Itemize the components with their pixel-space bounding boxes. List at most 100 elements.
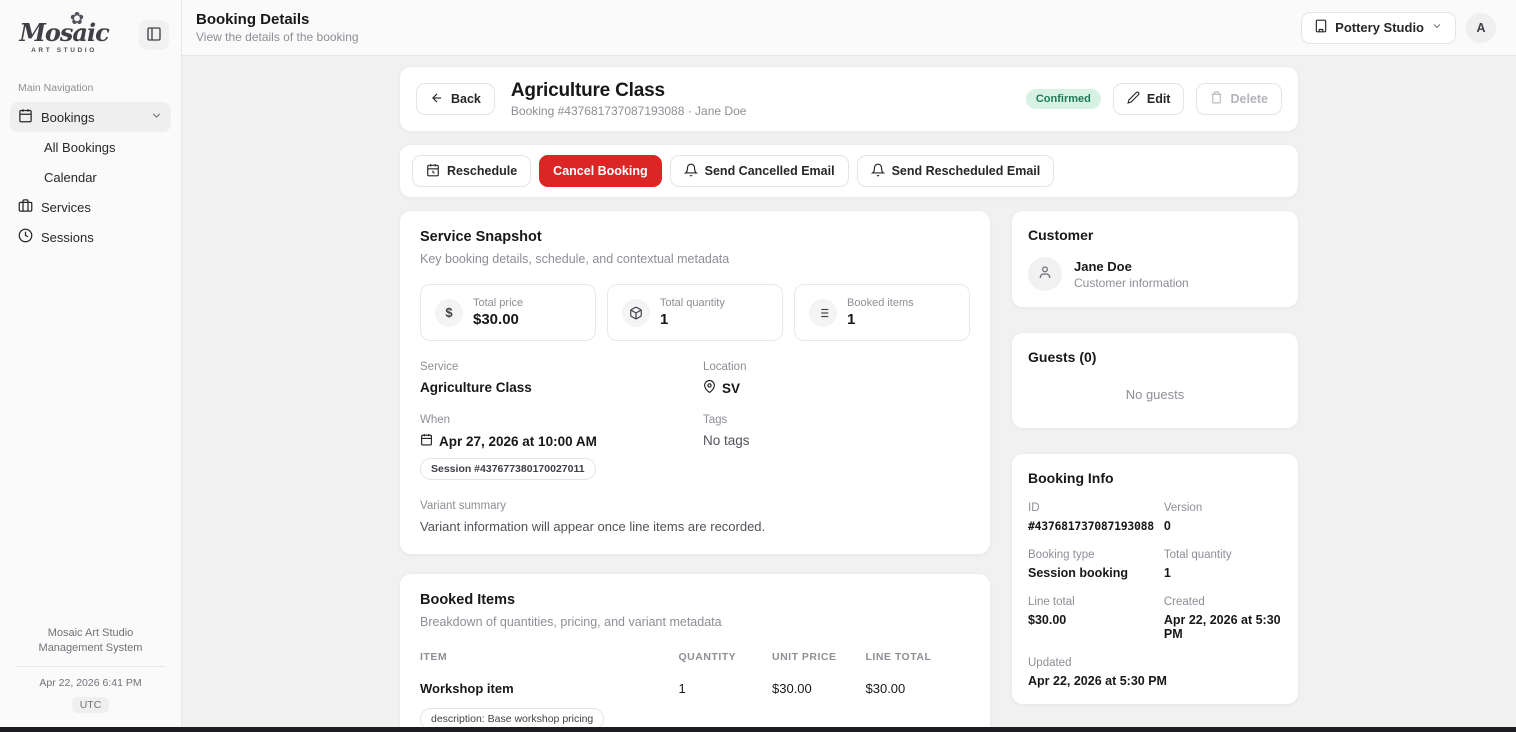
send-rescheduled-email-button[interactable]: Send Rescheduled Email: [857, 155, 1055, 187]
back-button[interactable]: Back: [416, 83, 495, 115]
booking-info-title: Booking Info: [1028, 470, 1282, 486]
booking-header-card: Back Agriculture Class Booking #43768173…: [399, 66, 1299, 132]
field-value: Apr 27, 2026 at 10:00 AM: [439, 434, 597, 449]
sidebar-item-label: All Bookings: [44, 140, 116, 155]
sidebar-item-label: Bookings: [41, 110, 94, 125]
info-label: Created: [1164, 596, 1282, 608]
info-value: Apr 22, 2026 at 5:30 PM: [1164, 613, 1282, 641]
field-value: Agriculture Class: [420, 380, 687, 395]
guests-title: Guests (0): [1028, 349, 1282, 365]
stat-total-price: $ Total price $30.00: [420, 284, 596, 341]
sidebar-item-bookings[interactable]: Bookings: [10, 102, 171, 132]
send-rescheduled-email-label: Send Rescheduled Email: [892, 164, 1041, 178]
sidebar-item-all-bookings[interactable]: All Bookings: [10, 134, 171, 160]
stat-value: 1: [660, 311, 725, 328]
field-label: Tags: [703, 414, 970, 426]
sidebar-item-label: Services: [41, 200, 91, 215]
stat-total-quantity: Total quantity 1: [607, 284, 783, 341]
item-line-total: $30.00: [866, 673, 971, 700]
status-badge: Confirmed: [1026, 89, 1101, 109]
field-value: No tags: [703, 433, 970, 448]
booked-items-card: Booked Items Breakdown of quantities, pr…: [399, 573, 991, 727]
sidebar-item-services[interactable]: Services: [10, 192, 171, 222]
customer-card: Customer Jane Doe Customer information: [1011, 210, 1299, 308]
session-badge: Session #437677380170027011: [420, 458, 596, 480]
sidebar-footer: Mosaic Art Studio Management System Apr …: [10, 626, 171, 713]
footer-app-name-line1: Mosaic Art Studio: [10, 626, 171, 641]
field-tags: Tags No tags: [703, 414, 970, 480]
sidebar-item-sessions[interactable]: Sessions: [10, 222, 171, 252]
column-header-quantity: Quantity: [679, 643, 773, 673]
field-label: Service: [420, 361, 687, 373]
org-switcher-label: Pottery Studio: [1335, 20, 1424, 35]
booking-title: Agriculture Class: [511, 80, 1010, 102]
trash-icon: [1210, 91, 1223, 107]
cancel-booking-button[interactable]: Cancel Booking: [539, 155, 661, 187]
item-name: Workshop item: [420, 673, 679, 700]
send-cancelled-email-button[interactable]: Send Cancelled Email: [670, 155, 849, 187]
booking-subtitle: Booking #437681737087193088 · Jane Doe: [511, 104, 1010, 118]
field-service: Service Agriculture Class: [420, 361, 687, 396]
service-snapshot-title: Service Snapshot: [420, 229, 970, 245]
user-icon: [1037, 264, 1053, 285]
building-icon: [1314, 19, 1328, 36]
briefcase-icon: [18, 198, 33, 216]
stat-value: $30.00: [473, 311, 523, 328]
field-when: When Apr 27, 2026 at 10:00 AM Session #4…: [420, 414, 687, 480]
user-avatar[interactable]: A: [1466, 13, 1496, 43]
booking-actions-card: Reschedule Cancel Booking Send Cancelled…: [399, 144, 1299, 198]
calendar-icon: [18, 108, 33, 126]
calendar-clock-icon: [426, 163, 440, 180]
sidebar: ✿ Mosaic ART STUDIO Main Navigation Book…: [0, 0, 182, 727]
stat-label: Booked items: [847, 297, 914, 309]
calendar-icon: [420, 433, 433, 449]
panel-left-icon: [146, 26, 162, 45]
info-field-updated: Updated Apr 22, 2026 at 5:30 PM: [1028, 657, 1282, 688]
reschedule-label: Reschedule: [447, 164, 517, 178]
nav-section-label: Main Navigation: [18, 82, 171, 94]
info-field-version: Version 0: [1164, 502, 1282, 533]
field-value: SV: [722, 381, 740, 396]
send-cancelled-email-label: Send Cancelled Email: [705, 164, 835, 178]
info-field-booking-type: Booking type Session booking: [1028, 549, 1154, 580]
info-value: #437681737087193088: [1028, 519, 1154, 533]
info-value: 0: [1164, 519, 1282, 533]
customer-avatar: [1028, 257, 1062, 291]
sidebar-toggle-button[interactable]: [139, 20, 169, 50]
stat-label: Total quantity: [660, 297, 725, 309]
content-scroll-area[interactable]: Back Agriculture Class Booking #43768173…: [182, 56, 1516, 727]
package-icon: [622, 299, 650, 327]
field-location: Location SV: [703, 361, 970, 396]
field-label: When: [420, 414, 687, 426]
info-label: Booking type: [1028, 549, 1154, 561]
pencil-icon: [1127, 91, 1140, 107]
list-icon: [809, 299, 837, 327]
info-value: $30.00: [1028, 613, 1154, 627]
service-snapshot-subtitle: Key booking details, schedule, and conte…: [420, 252, 970, 266]
info-label: Version: [1164, 502, 1282, 514]
booked-items-table: Item Quantity Unit price Line total Work…: [420, 643, 970, 727]
customer-name: Jane Doe: [1074, 259, 1189, 274]
delete-button[interactable]: Delete: [1196, 83, 1282, 115]
reschedule-button[interactable]: Reschedule: [412, 155, 531, 187]
stat-value: 1: [847, 311, 914, 328]
brand-logo: ✿ Mosaic ART STUDIO: [18, 12, 110, 54]
sidebar-item-calendar[interactable]: Calendar: [10, 164, 171, 190]
stat-booked-items: Booked items 1: [794, 284, 970, 341]
field-label: Location: [703, 361, 970, 373]
booking-info-card: Booking Info ID #437681737087193088 Vers…: [1011, 453, 1299, 705]
footer-timestamp: Apr 22, 2026 6:41 PM: [10, 677, 171, 689]
column-header-item: Item: [420, 643, 679, 673]
edit-button[interactable]: Edit: [1113, 83, 1185, 115]
footer-divider: [16, 666, 165, 667]
page-subtitle: View the details of the booking: [196, 30, 359, 44]
info-label: Total quantity: [1164, 549, 1282, 561]
dollar-icon: $: [435, 299, 463, 327]
arrow-left-icon: [430, 91, 444, 108]
item-description-badge: description: Base workshop pricing: [420, 708, 604, 727]
info-field-total-quantity: Total quantity 1: [1164, 549, 1282, 580]
org-switcher-button[interactable]: Pottery Studio: [1301, 12, 1456, 44]
booked-items-subtitle: Breakdown of quantities, pricing, and va…: [420, 615, 970, 629]
info-field-id: ID #437681737087193088: [1028, 502, 1154, 533]
customer-subtitle: Customer information: [1074, 276, 1189, 290]
